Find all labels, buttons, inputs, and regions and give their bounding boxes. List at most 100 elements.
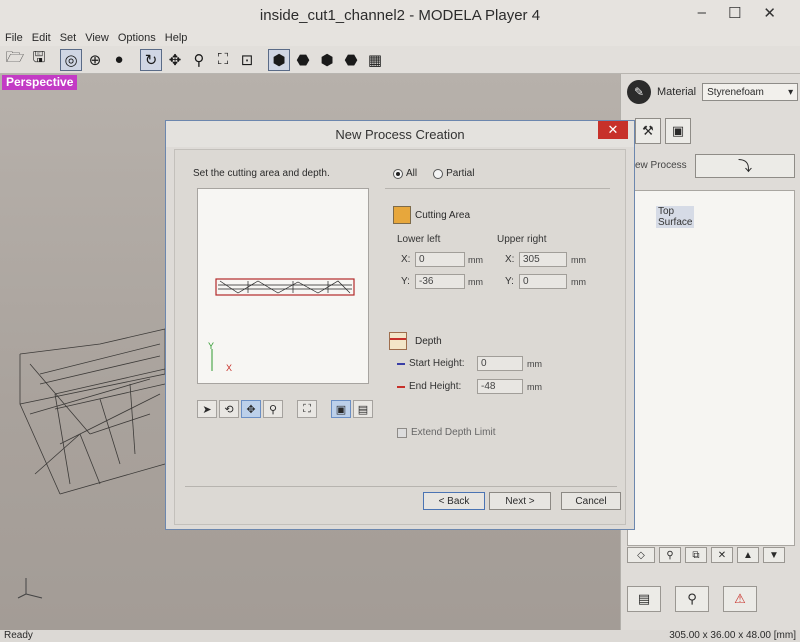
lower-left-x-input[interactable]: 0 [415, 252, 465, 267]
new-process-label: ew Process [635, 160, 687, 171]
window-controls: – ☐ ✕ [698, 4, 776, 22]
menu-help[interactable]: Help [165, 32, 188, 44]
start-height-label: Start Height: [409, 358, 465, 369]
dialog-titlebar: New Process Creation ✕ [166, 121, 634, 147]
fit-view-icon[interactable]: ⛶ [297, 400, 317, 418]
rotate-icon[interactable]: ↻ [140, 48, 162, 71]
copy-icon[interactable]: ⧉ [685, 547, 707, 563]
end-height-label: End Height: [409, 381, 462, 392]
dialog-instruction: Set the cutting area and depth. [193, 168, 330, 179]
folder-open-icon[interactable]: 🗁 [4, 49, 26, 71]
end-height-marker [397, 386, 405, 388]
cube-right-icon[interactable]: ⬢ [316, 49, 338, 71]
process-tree[interactable]: ⚙ ▼ Top Surface [627, 190, 795, 546]
status-text: Ready [4, 630, 33, 641]
list-icon[interactable]: ▤ [627, 586, 661, 612]
zoom-icon[interactable]: ⚲ [188, 49, 210, 71]
window-titlebar: inside_cut1_channel2 - MODELA Player 4 –… [0, 0, 800, 30]
end-height-input[interactable]: -48 [477, 379, 523, 394]
toolbar-separator [132, 49, 138, 71]
material-row: ✎ Material Styrenefoam ▾ [627, 80, 799, 104]
material-select[interactable]: Styrenefoam ▾ [702, 83, 799, 101]
menu-view[interactable]: View [85, 32, 109, 44]
new-process-button[interactable]: ⤵ [695, 154, 795, 178]
depth-select-icon[interactable]: ▤ [353, 400, 373, 418]
preview-y-axis-label: Y [208, 341, 214, 351]
menu-file[interactable]: File [5, 32, 23, 44]
maximize-button[interactable]: ☐ [728, 4, 741, 22]
divider [185, 486, 617, 487]
close-window-button[interactable]: ✕ [763, 4, 776, 22]
fit-icon[interactable]: ⛶ [212, 49, 234, 71]
cutting-area-preview[interactable]: Y X [197, 188, 369, 384]
lower-left-y-input[interactable]: -36 [415, 274, 465, 289]
preview-x-axis-label: X [226, 363, 232, 373]
cube-dark-icon[interactable]: ⬢ [268, 48, 290, 71]
pan-icon[interactable]: ✥ [164, 49, 186, 71]
radio-partial-dot [433, 168, 444, 179]
zoom-tool-icon[interactable]: ⚲ [263, 400, 283, 418]
cancel-button[interactable]: Cancel [561, 492, 621, 510]
zoom-box-icon[interactable]: ⊡ [236, 49, 258, 71]
menu-options[interactable]: Options [118, 32, 156, 44]
unit-mm: mm [527, 382, 542, 392]
pan-tool-icon[interactable]: ✥ [241, 400, 261, 418]
move-down-icon[interactable]: ▼ [763, 547, 785, 563]
chevron-down-icon: ▾ [788, 86, 794, 98]
tool-select-icon[interactable]: ⚲ [659, 547, 681, 563]
radio-all[interactable]: All [393, 168, 417, 179]
area-select-icon[interactable]: ▣ [331, 400, 351, 418]
radio-all-label: All [406, 168, 418, 179]
unit-mm: mm [468, 277, 483, 287]
next-button[interactable]: Next > [489, 492, 551, 510]
globe-wire-icon[interactable]: ◎ [60, 48, 82, 71]
layer-icon[interactable]: ◇ [627, 547, 655, 563]
divider [385, 188, 610, 189]
start-height-input[interactable]: 0 [477, 356, 523, 371]
process-view-icon[interactable]: ▣ [665, 118, 691, 144]
material-icon[interactable]: ✎ [627, 80, 651, 104]
toolbar-separator [260, 49, 266, 71]
toolbar: 🗁 🖫 ◎ ⊕ ● ↻ ✥ ⚲ ⛶ ⊡ ⬢ ⬣ ⬢ ⬣ ▦ [0, 46, 800, 74]
ll-x-label: X: [401, 254, 411, 265]
preview-search-icon[interactable]: ⚲ [675, 586, 709, 612]
back-button[interactable]: < Back [423, 492, 485, 510]
sphere-icon[interactable]: ● [108, 49, 130, 71]
minimize-button[interactable]: – [698, 4, 706, 22]
menu-edit[interactable]: Edit [32, 32, 51, 44]
upper-right-label: Upper right [497, 234, 547, 245]
extend-depth-checkbox[interactable] [397, 428, 407, 438]
cube-top-icon[interactable]: ⬣ [340, 49, 362, 71]
process-panel: ✎ Material Styrenefoam ▾ ⚒ ▣ ew Process … [620, 74, 800, 630]
depth-icon [389, 332, 407, 350]
globe-solid-icon[interactable]: ⊕ [84, 49, 106, 71]
menu-bar: File Edit Set View Options Help [0, 30, 800, 46]
save-icon[interactable]: 🖫 [28, 49, 50, 71]
pointer-icon[interactable]: ➤ [197, 400, 217, 418]
move-up-icon[interactable]: ▲ [737, 547, 759, 563]
panel-bottom-actions: ▤ ⚲ ⚠ [627, 586, 757, 612]
ll-y-label: Y: [401, 276, 410, 287]
process-tool-icon[interactable]: ⚒ [635, 118, 661, 144]
lower-left-label: Lower left [397, 234, 441, 245]
status-bar: Ready 305.00 x 36.00 x 48.00 [mm] [0, 630, 800, 642]
window-title: inside_cut1_channel2 - MODELA Player 4 [259, 6, 541, 24]
dialog-close-button[interactable]: ✕ [598, 121, 628, 139]
toolbar-separator [52, 49, 58, 71]
upper-right-x-input[interactable]: 305 [519, 252, 567, 267]
delete-icon[interactable]: ✕ [711, 547, 733, 563]
dialog-title: New Process Creation [335, 126, 465, 142]
rotate-view-icon[interactable]: ⟲ [219, 400, 239, 418]
grid-icon[interactable]: ▦ [364, 49, 386, 71]
new-process-dialog: New Process Creation ✕ Set the cutting a… [165, 120, 635, 530]
tree-item-top-surface[interactable]: ⚙ ▼ Top Surface [656, 205, 695, 228]
tree-actions: ◇ ⚲ ⧉ ✕ ▲ ▼ [627, 547, 785, 563]
upper-right-y-input[interactable]: 0 [519, 274, 567, 289]
cutting-area-icon [393, 206, 411, 224]
cube-front-icon[interactable]: ⬣ [292, 49, 314, 71]
radio-partial[interactable]: Partial [433, 168, 474, 179]
cut-icon[interactable]: ⚠ [723, 586, 757, 612]
menu-set[interactable]: Set [60, 32, 77, 44]
area-mode-radios: All Partial [393, 168, 474, 179]
model-dimensions: 305.00 x 36.00 x 48.00 [mm] [669, 630, 796, 641]
